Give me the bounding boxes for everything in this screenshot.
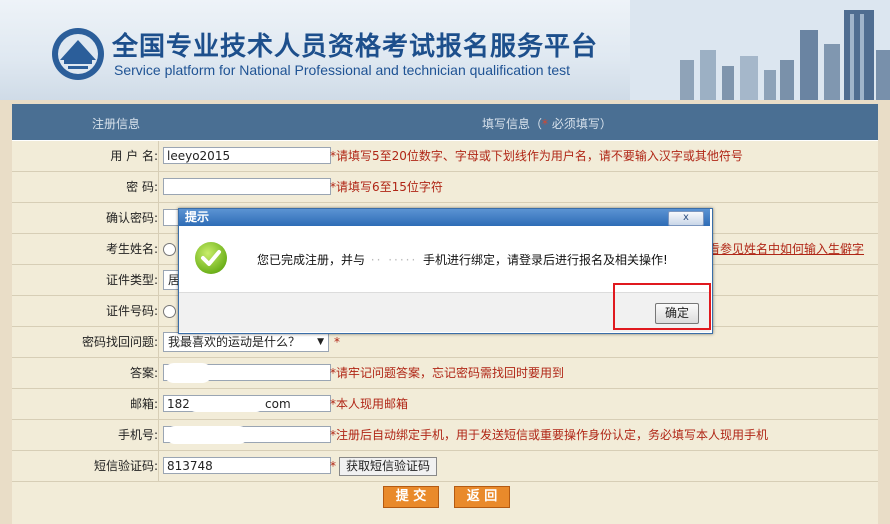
phone-hint: *注册后自动绑定手机，用于发送短信或重要操作身份认定，务必填写本人现用手机 (330, 428, 769, 442)
form-row-email: 邮箱: 182 com *本人现用邮箱 (12, 389, 878, 420)
form-row-phone: 手机号: *注册后自动绑定手机，用于发送短信或重要操作身份认定，务必填写本人现用… (12, 420, 878, 451)
name-label: 考生姓名: (12, 234, 159, 264)
redaction-blot (164, 363, 212, 383)
site-banner: 全国专业技术人员资格考试报名服务平台 Service platform for … (0, 0, 890, 100)
email-prefix: 182 (167, 397, 190, 411)
platform-logo-icon (52, 28, 104, 80)
close-button[interactable]: x (668, 211, 704, 226)
sms-code-label: 短信验证码: (12, 451, 159, 481)
site-title-en: Service platform for National Profession… (114, 62, 571, 78)
form-header: 注册信息 填写信息（* 必须填写） (12, 104, 878, 141)
redaction-blot (166, 426, 248, 444)
username-input[interactable]: leeyo2015 (163, 147, 331, 164)
dialog-message: 您已完成注册，并与 ·· ····· 手机进行绑定，请登录后进行报名及相关操作! (257, 251, 668, 268)
dialog-message-pre: 您已完成注册，并与 (257, 253, 366, 267)
submit-button[interactable]: 提 交 (383, 486, 439, 508)
success-check-icon (195, 242, 227, 274)
password-label: 密 码: (12, 172, 159, 202)
sms-code-hint: * (330, 459, 336, 473)
masked-phone: ·· ····· (370, 253, 418, 267)
id-type-label: 证件类型: (12, 265, 159, 295)
form-row-sms-code: 短信验证码: 813748 * 获取短信验证码 (12, 451, 878, 482)
email-label: 邮箱: (12, 389, 159, 419)
notice-dialog: 提示 x 您已完成注册，并与 ·· ····· 手机进行绑定，请登录后进行报名及相关… (178, 208, 713, 334)
confirm-password-label: 确认密码: (12, 203, 159, 233)
get-sms-code-button[interactable]: 获取短信验证码 (339, 457, 438, 476)
dialog-message-post: 手机进行绑定，请登录后进行报名及相关操作! (423, 253, 668, 267)
password-input[interactable] (163, 178, 331, 195)
header-fill-info-pre: 填写信息（ (482, 117, 543, 131)
form-row-username: 用 户 名: leeyo2015 *请填写5至20位数字、字母或下划线作为用户名… (12, 141, 878, 172)
form-row-answer: 答案: *请牢记问题答案，忘记密码需找回时要用到 (12, 358, 878, 389)
header-fill-info-post: 必须填写） (548, 117, 612, 131)
header-fill-info: 填写信息（* 必须填写） (482, 115, 612, 132)
back-button[interactable]: 返 回 (454, 486, 510, 508)
security-question-value: 我最喜欢的运动是什么？ (168, 335, 301, 349)
email-suffix: com (265, 397, 291, 411)
security-question-label: 密码找回问题: (12, 327, 159, 357)
username-hint: *请填写5至20位数字、字母或下划线作为用户名，请不要输入汉字或其他符号 (330, 149, 743, 163)
answer-hint: *请牢记问题答案，忘记密码需找回时要用到 (330, 366, 565, 380)
id-number-label: 证件号码: (12, 296, 159, 326)
rare-character-help-link[interactable]: 看参见姓名中如何输入生僻字 (708, 234, 864, 264)
site-title-cn: 全国专业技术人员资格考试报名服务平台 (112, 32, 599, 62)
close-icon: x (683, 212, 689, 223)
username-label: 用 户 名: (12, 141, 159, 171)
chevron-down-icon: ▼ (317, 337, 324, 347)
answer-label: 答案: (12, 358, 159, 388)
phone-label: 手机号: (12, 420, 159, 450)
form-row-password: 密 码: *请填写6至15位字符 (12, 172, 878, 203)
header-register-info: 注册信息 (92, 117, 141, 131)
password-hint: *请填写6至15位字符 (330, 180, 443, 194)
redaction-blot (188, 396, 264, 412)
highlight-box (613, 283, 711, 330)
name-radio[interactable] (163, 243, 176, 256)
dialog-title: 提示 (179, 209, 710, 226)
security-question-select[interactable]: 我最喜欢的运动是什么？ ▼ (163, 332, 329, 352)
id-number-radio[interactable] (163, 305, 176, 318)
city-skyline-image (630, 0, 890, 100)
sms-code-input[interactable]: 813748 (163, 457, 331, 474)
email-hint: *本人现用邮箱 (330, 397, 409, 411)
